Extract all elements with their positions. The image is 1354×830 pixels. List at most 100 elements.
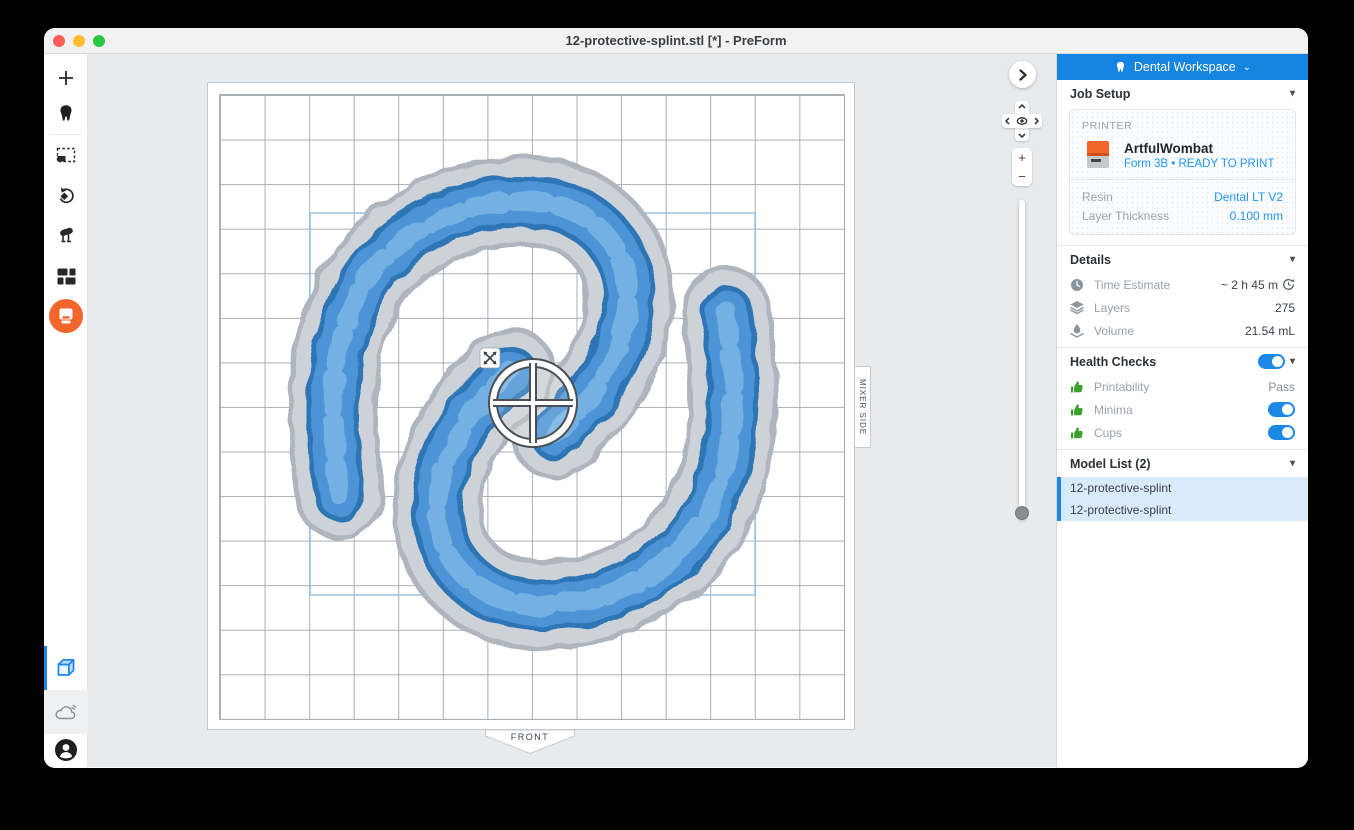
- left-toolbar: [44, 54, 88, 767]
- details-section-header[interactable]: Details ▾: [1057, 246, 1308, 273]
- thumbs-up-icon: [1070, 426, 1084, 440]
- layers-value: 275: [1275, 301, 1295, 315]
- collapse-chevron-icon: ▾: [1290, 356, 1295, 367]
- layer-slider-track[interactable]: [1019, 200, 1025, 520]
- dashboard-cloud-button[interactable]: [44, 690, 88, 734]
- pan-right-icon[interactable]: [1036, 119, 1039, 124]
- pan-up-icon[interactable]: [1020, 105, 1025, 108]
- layout-icon: [57, 268, 76, 285]
- printer-status: Form 3B • READY TO PRINT: [1124, 158, 1274, 170]
- layout-tool-button[interactable]: [44, 256, 88, 296]
- move-cursor-icon: [480, 348, 500, 368]
- cube-3d-icon: [55, 657, 77, 679]
- dental-mode-button[interactable]: [44, 96, 88, 132]
- window-title: 12-protective-splint.stl [*] - PreForm: [565, 33, 786, 48]
- time-estimate-label: Time Estimate: [1094, 278, 1212, 292]
- print-button-circle: [49, 299, 83, 333]
- supports-tool-button[interactable]: [44, 216, 88, 256]
- job-setup-title: Job Setup: [1070, 87, 1130, 101]
- health-checks-section-header[interactable]: Health Checks ▾: [1057, 348, 1308, 375]
- chevron-right-icon: [1018, 69, 1028, 81]
- minimize-window-button[interactable]: [73, 35, 85, 47]
- view-dpad-control[interactable]: [1002, 101, 1042, 141]
- minima-label: Minima: [1094, 403, 1259, 417]
- layer-thickness-label: Layer Thickness: [1082, 209, 1169, 223]
- resin-row[interactable]: Resin Dental LT V2: [1082, 187, 1283, 206]
- printer-cartridge-icon: [57, 307, 75, 325]
- printability-status: Pass: [1268, 380, 1295, 394]
- details-title: Details: [1070, 253, 1111, 267]
- marquee-icon: [56, 147, 76, 163]
- front-label-tab: FRONT: [485, 730, 575, 755]
- health-checks-title: Health Checks: [1070, 355, 1156, 369]
- clock-icon: [1070, 278, 1084, 292]
- layer-thickness-row[interactable]: Layer Thickness 0.100 mm: [1082, 206, 1283, 225]
- form3b-printer-icon: [1082, 140, 1114, 170]
- tooth-icon: [56, 104, 76, 124]
- collapse-chevron-icon: ▾: [1290, 88, 1295, 99]
- build-canvas[interactable]: MIXER SIDE FRONT: [88, 54, 1056, 767]
- size-tool-button[interactable]: [44, 136, 88, 174]
- printability-label: Printability: [1094, 380, 1259, 394]
- thumbs-up-icon: [1070, 403, 1084, 417]
- volume-label: Volume: [1094, 324, 1236, 338]
- cups-toggle[interactable]: [1268, 425, 1295, 440]
- orient-tool-button[interactable]: [44, 176, 88, 216]
- layers-label: Layers: [1094, 301, 1266, 315]
- collapse-chevron-icon: ▾: [1290, 254, 1295, 265]
- move-crosshair-widget[interactable]: [493, 363, 573, 443]
- refresh-estimate-icon[interactable]: [1282, 278, 1295, 291]
- close-window-button[interactable]: [53, 35, 65, 47]
- printer-name: ArtfulWombat: [1124, 141, 1274, 156]
- print-button[interactable]: [44, 298, 88, 334]
- printer-card[interactable]: PRINTER ArtfulWombat Form 3B • READY TO …: [1069, 109, 1296, 235]
- collapse-panel-button[interactable]: [1009, 61, 1036, 88]
- layer-thickness-value[interactable]: 0.100 mm: [1230, 209, 1283, 223]
- resin-label: Resin: [1082, 190, 1113, 204]
- model-list-item[interactable]: 12-protective-splint: [1061, 477, 1308, 499]
- scene-models[interactable]: [207, 82, 855, 730]
- volume-icon: [1070, 324, 1084, 338]
- toolbar-divider: [50, 134, 82, 135]
- title-bar: 12-protective-splint.stl [*] - PreForm: [44, 28, 1308, 54]
- zoom-window-button[interactable]: [93, 35, 105, 47]
- workspace-selector[interactable]: Dental Workspace ⌄: [1057, 54, 1308, 80]
- chevron-down-icon: ⌄: [1243, 62, 1251, 73]
- supports-icon: [56, 226, 76, 246]
- zoom-in-button[interactable]: +: [1012, 148, 1032, 167]
- cups-row: Cups: [1057, 421, 1308, 444]
- model-list-title: Model List (2): [1070, 457, 1151, 471]
- model-list-section-header[interactable]: Model List (2) ▾: [1057, 450, 1308, 477]
- job-setup-section-header[interactable]: Job Setup ▾: [1057, 80, 1308, 107]
- volume-value: 21.54 mL: [1245, 324, 1295, 338]
- pan-left-icon[interactable]: [1006, 119, 1009, 124]
- time-estimate-value: ~ 2 h 45 m: [1221, 278, 1278, 292]
- front-label: FRONT: [485, 732, 575, 742]
- center-view-eye-icon[interactable]: [1017, 118, 1026, 124]
- resin-value[interactable]: Dental LT V2: [1214, 190, 1283, 204]
- user-avatar-icon: [54, 738, 78, 762]
- right-panel: Dental Workspace ⌄ Job Setup ▾ PRINTER: [1056, 54, 1308, 767]
- add-model-button[interactable]: [44, 60, 88, 96]
- printer-section-label: PRINTER: [1082, 120, 1283, 132]
- print-setup-view-button[interactable]: [44, 646, 88, 690]
- account-button[interactable]: [44, 730, 88, 768]
- time-estimate-row: Time Estimate ~ 2 h 45 m: [1057, 273, 1308, 296]
- preform-window: 12-protective-splint.stl [*] - PreForm: [44, 28, 1308, 768]
- zoom-out-button[interactable]: −: [1012, 167, 1032, 186]
- tooth-icon: [1114, 61, 1127, 74]
- volume-row: Volume 21.54 mL: [1057, 319, 1308, 342]
- model-list-item[interactable]: 12-protective-splint: [1061, 499, 1308, 521]
- minima-toggle[interactable]: [1268, 402, 1295, 417]
- collapse-chevron-icon: ▾: [1290, 458, 1295, 469]
- health-checks-master-toggle[interactable]: [1258, 354, 1285, 369]
- printability-row: Printability Pass: [1057, 375, 1308, 398]
- pan-down-icon[interactable]: [1020, 135, 1025, 138]
- thumbs-up-icon: [1070, 380, 1084, 394]
- cloud-signal-icon: [54, 702, 78, 722]
- rotate-icon: [56, 186, 76, 206]
- layers-icon: [1070, 301, 1084, 314]
- workspace-label: Dental Workspace: [1134, 60, 1236, 74]
- model-list: 12-protective-splint 12-protective-splin…: [1057, 477, 1308, 521]
- layer-slider-handle[interactable]: [1015, 506, 1029, 520]
